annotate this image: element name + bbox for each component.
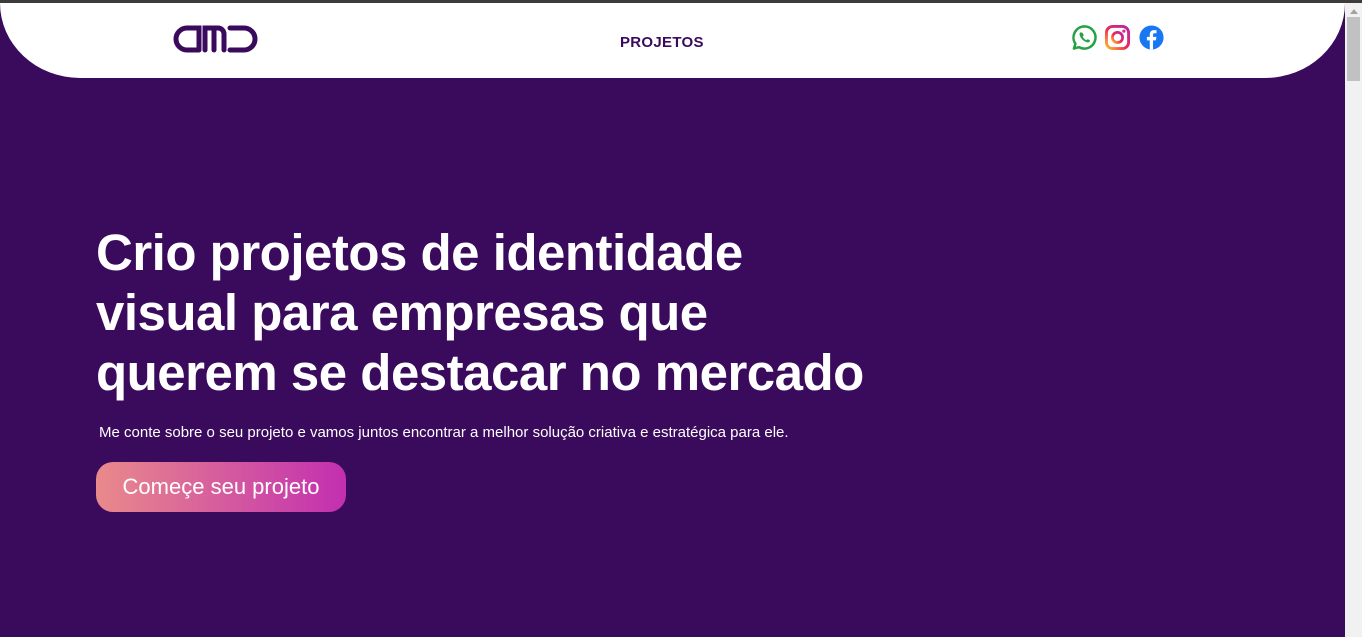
amd-logo[interactable]	[173, 23, 259, 53]
page-viewport: PROJETOS Crio projetos de identidade vis…	[0, 3, 1345, 637]
vertical-scrollbar[interactable]	[1345, 3, 1362, 637]
site-header: PROJETOS	[0, 3, 1345, 78]
whatsapp-icon[interactable]	[1071, 24, 1098, 51]
scroll-up-arrow-icon[interactable]	[1350, 9, 1358, 14]
hero-title-line-2: visual para empresas que	[96, 284, 708, 341]
hero-title-line-1: Crio projetos de identidade	[96, 224, 743, 281]
hero-subtitle: Me conte sobre o seu projeto e vamos jun…	[99, 424, 789, 441]
instagram-icon[interactable]	[1104, 24, 1131, 51]
scrollbar-thumb[interactable]	[1347, 17, 1360, 81]
hero-title-line-3: querem se destacar no mercado	[96, 344, 864, 401]
facebook-icon[interactable]	[1138, 24, 1165, 51]
start-project-button[interactable]: Começe seu projeto	[96, 462, 346, 512]
nav-link-projetos[interactable]: PROJETOS	[620, 34, 704, 51]
hero-title: Crio projetos de identidade visual para …	[96, 223, 916, 403]
